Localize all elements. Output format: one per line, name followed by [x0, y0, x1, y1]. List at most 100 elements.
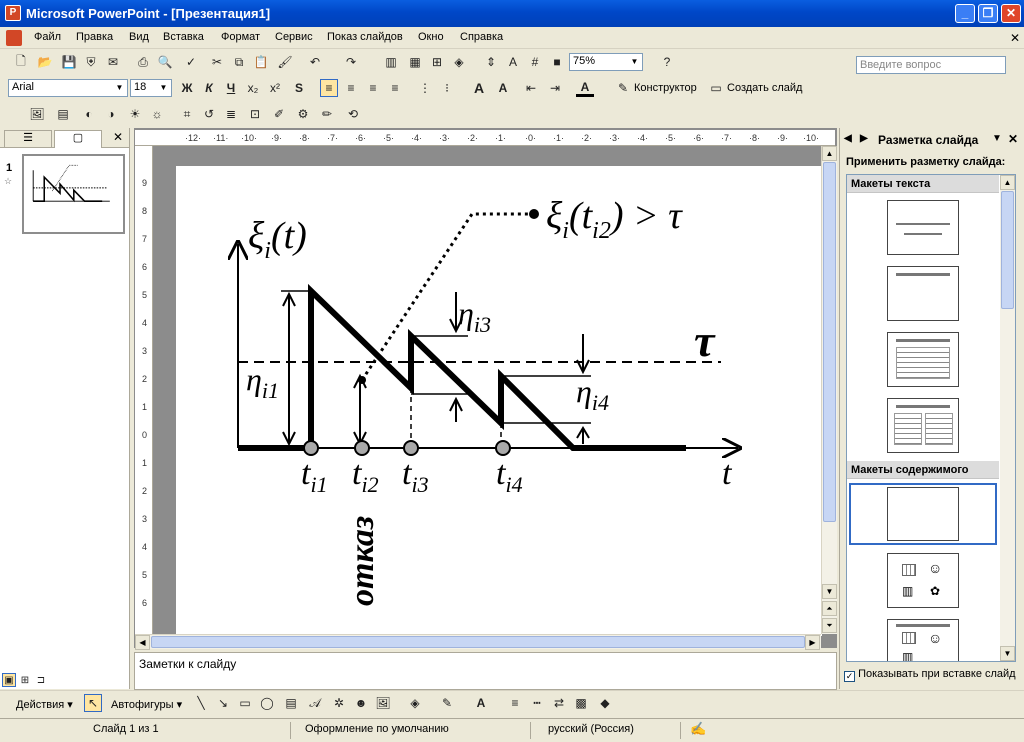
wordart-icon[interactable]: 𝒜: [306, 694, 324, 712]
picture-insert-icon[interactable]: 🖼: [374, 694, 392, 712]
next-slide-icon[interactable]: ⏷: [822, 618, 837, 633]
3d-style-icon[interactable]: ◆: [596, 694, 614, 712]
recolor-icon[interactable]: ✐: [270, 105, 288, 123]
slide-sorter-icon[interactable]: ⊞: [18, 673, 32, 687]
email-icon[interactable]: ✉: [104, 53, 122, 71]
scroll-thumb[interactable]: [1001, 191, 1014, 309]
new-slide-button[interactable]: Создать слайд: [727, 82, 802, 94]
normal-view-icon[interactable]: ▣: [2, 673, 16, 687]
line-icon[interactable]: ╲: [192, 694, 210, 712]
less-contrast-icon[interactable]: ◑: [102, 105, 120, 123]
layout-two-columns[interactable]: [887, 398, 959, 453]
checkbox-checked-icon[interactable]: ✓: [844, 671, 855, 682]
superscript-icon[interactable]: x²: [266, 79, 284, 97]
menu-slideshow[interactable]: Показ слайдов: [327, 31, 403, 43]
show-formatting-icon[interactable]: A: [504, 53, 522, 71]
open-icon[interactable]: 📂: [36, 53, 54, 71]
layout-blank[interactable]: [849, 483, 997, 545]
more-brightness-icon[interactable]: ☀: [126, 105, 144, 123]
line-weight-icon[interactable]: ≡: [506, 694, 524, 712]
powerpoint-app-icon[interactable]: P: [5, 5, 21, 21]
rotate-icon[interactable]: ↺: [200, 105, 218, 123]
expand-icon[interactable]: ⇕: [482, 53, 500, 71]
oval-icon[interactable]: ◯: [258, 694, 276, 712]
numbering-icon[interactable]: ⋮: [416, 79, 434, 97]
text-color-icon[interactable]: A: [472, 694, 490, 712]
font-size-select[interactable]: 18 ▼: [130, 79, 172, 97]
crop-icon[interactable]: ⌗: [178, 105, 196, 123]
tab-outline[interactable]: ☰: [4, 130, 52, 147]
slide[interactable]: ξi(t) ξi(ti2) > τ τ t ηi1 ηi3 ηi4 ti1 ti…: [176, 166, 822, 636]
show-on-insert-option[interactable]: ✓ Показывать при вставке слайд: [844, 668, 1024, 682]
fill-color-icon[interactable]: ◈: [406, 694, 424, 712]
menu-help[interactable]: Справка: [460, 31, 503, 43]
color-icon[interactable]: ▤: [54, 105, 72, 123]
close-button[interactable]: ✕: [1001, 4, 1021, 23]
actions-button[interactable]: Действия ▾: [16, 698, 73, 711]
align-right-icon[interactable]: ≡: [364, 79, 382, 97]
increase-font-icon[interactable]: A: [470, 79, 488, 97]
arrow-icon[interactable]: ↘: [214, 694, 232, 712]
color-grayscale-icon[interactable]: ■: [548, 53, 566, 71]
insert-table-icon[interactable]: ▦: [406, 53, 424, 71]
show-grid-icon[interactable]: #: [526, 53, 544, 71]
slide-thumbnail[interactable]: [22, 154, 125, 234]
task-pane-close-icon[interactable]: ✕: [1008, 132, 1018, 146]
zoom-select[interactable]: 75% ▼: [569, 53, 643, 71]
designer-icon[interactable]: ✎: [614, 79, 632, 97]
designer-button[interactable]: Конструктор: [634, 82, 697, 94]
scroll-down-icon[interactable]: ▼: [822, 584, 837, 599]
diagram-insert-icon[interactable]: ✲: [330, 694, 348, 712]
underline-button[interactable]: Ч: [222, 79, 240, 97]
layout-title-only[interactable]: [887, 266, 959, 321]
insert-diagram-icon[interactable]: ◈: [450, 53, 468, 71]
maximize-button[interactable]: ❐: [978, 4, 998, 23]
slideshow-view-icon[interactable]: ⊐: [34, 673, 48, 687]
line-color-icon[interactable]: ✎: [438, 694, 456, 712]
more-contrast-icon[interactable]: ◐: [80, 105, 98, 123]
help-icon[interactable]: ?: [658, 53, 676, 71]
print-icon[interactable]: ⎙: [134, 53, 152, 71]
shadow-style-icon[interactable]: ▩: [572, 694, 590, 712]
layout-content[interactable]: ☺ ▥ ✿: [887, 553, 959, 608]
permission-icon[interactable]: ⛨: [82, 53, 100, 71]
print-preview-icon[interactable]: 🔍: [156, 53, 174, 71]
menu-view[interactable]: Вид: [129, 31, 149, 43]
new-slide-icon[interactable]: ▭: [707, 79, 725, 97]
paste-icon[interactable]: 📋: [252, 53, 270, 71]
redo-icon[interactable]: ↷: [342, 53, 360, 71]
insert-chart-icon[interactable]: ▥: [382, 53, 400, 71]
format-picture-icon[interactable]: ⚙: [294, 105, 312, 123]
scroll-up-icon[interactable]: ▲: [822, 146, 837, 161]
decrease-indent-icon[interactable]: ⇤: [522, 79, 540, 97]
select-pointer-icon[interactable]: ↖: [84, 694, 102, 712]
scroll-up-icon[interactable]: ▲: [1000, 175, 1015, 190]
subscript-icon[interactable]: x₂: [244, 79, 262, 97]
task-pane-menu-icon[interactable]: ▼: [992, 133, 1002, 144]
horizontal-scrollbar[interactable]: ◀ ▶: [135, 634, 821, 650]
minimize-button[interactable]: _: [955, 4, 975, 23]
scroll-down-icon[interactable]: ▼: [1000, 646, 1015, 661]
scroll-left-icon[interactable]: ◀: [135, 635, 150, 650]
bullets-icon[interactable]: ⁝: [438, 79, 456, 97]
font-color-icon[interactable]: A: [576, 79, 594, 97]
notes-pane[interactable]: Заметки к слайду: [134, 652, 837, 690]
document-icon[interactable]: [6, 30, 22, 46]
forward-icon[interactable]: ▶: [860, 133, 868, 144]
font-select[interactable]: Arial ▼: [8, 79, 128, 97]
vertical-scrollbar[interactable]: ▲ ▼ ⏶ ⏷: [821, 146, 837, 634]
rectangle-icon[interactable]: ▭: [236, 694, 254, 712]
layout-gallery-scrollbar[interactable]: ▲ ▼: [1000, 175, 1015, 661]
autoshapes-button[interactable]: Автофигуры ▾: [111, 698, 182, 711]
align-left-icon[interactable]: ≡: [320, 79, 338, 97]
reset-picture-icon[interactable]: ⟲: [344, 105, 362, 123]
tables-borders-icon[interactable]: ⊞: [428, 53, 446, 71]
undo-icon[interactable]: ↶: [306, 53, 324, 71]
insert-picture-icon[interactable]: 🖼: [28, 105, 46, 123]
copy-icon[interactable]: ⧉: [230, 53, 248, 71]
cut-icon[interactable]: ✂: [208, 53, 226, 71]
align-center-icon[interactable]: ≡: [342, 79, 360, 97]
compress-icon[interactable]: ⊡: [246, 105, 264, 123]
menu-edit[interactable]: Правка: [76, 31, 113, 43]
italic-button[interactable]: К: [200, 79, 218, 97]
